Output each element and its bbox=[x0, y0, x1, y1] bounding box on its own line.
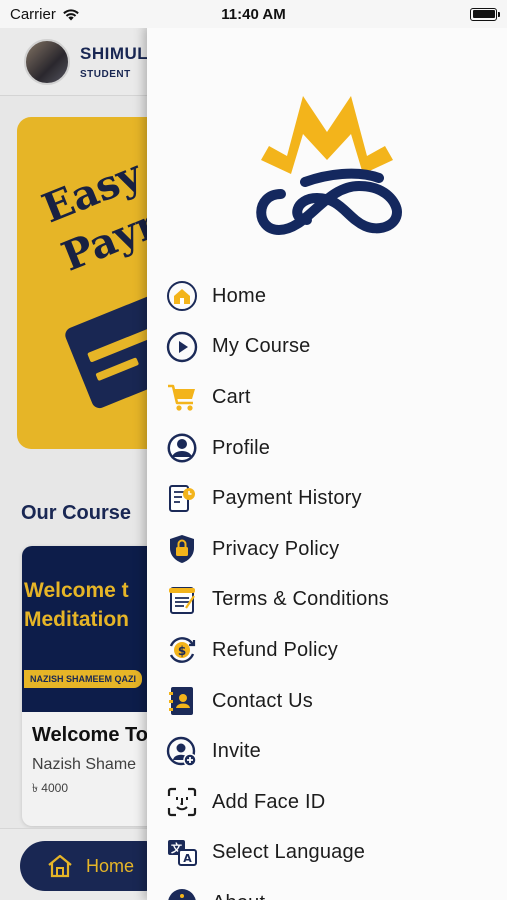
menu-item-privacy-policy[interactable]: Privacy Policy bbox=[147, 524, 507, 575]
side-drawer: Home My Course Cart Profile Payment Hist… bbox=[147, 26, 507, 900]
app-logo bbox=[256, 96, 403, 236]
menu-item-payment-history[interactable]: Payment History bbox=[147, 473, 507, 524]
play-icon bbox=[166, 331, 198, 363]
cart-icon bbox=[166, 381, 198, 413]
home-icon bbox=[166, 280, 198, 312]
face-id-icon bbox=[166, 786, 198, 818]
menu-item-terms-conditions[interactable]: Terms & Conditions bbox=[147, 575, 507, 626]
menu-item-refund-policy[interactable]: $ Refund Policy bbox=[147, 625, 507, 676]
about-icon bbox=[166, 887, 198, 900]
menu-item-add-face-id[interactable]: Add Face ID bbox=[147, 777, 507, 828]
menu-item-home[interactable]: Home bbox=[147, 271, 507, 322]
refund-icon: $ bbox=[166, 634, 198, 666]
carrier-label: Carrier bbox=[10, 5, 56, 23]
menu-item-about[interactable]: About bbox=[147, 878, 507, 900]
svg-text:$: $ bbox=[178, 644, 186, 658]
svg-text:A: A bbox=[183, 852, 192, 865]
terms-document-icon bbox=[166, 584, 198, 616]
payment-history-icon bbox=[166, 483, 198, 515]
drawer-menu: Home My Course Cart Profile Payment Hist… bbox=[147, 271, 507, 900]
privacy-shield-icon bbox=[166, 533, 198, 565]
menu-item-my-course[interactable]: My Course bbox=[147, 322, 507, 373]
menu-item-invite[interactable]: Invite bbox=[147, 726, 507, 777]
language-icon: 文A bbox=[166, 837, 198, 869]
battery-icon bbox=[470, 7, 500, 21]
contact-book-icon bbox=[166, 685, 198, 717]
menu-item-profile[interactable]: Profile bbox=[147, 423, 507, 474]
profile-icon bbox=[166, 432, 198, 464]
status-bar: Carrier 11:40 AM bbox=[0, 0, 507, 28]
menu-item-contact-us[interactable]: Contact Us bbox=[147, 676, 507, 727]
invite-user-icon bbox=[166, 736, 198, 768]
menu-item-select-language[interactable]: 文A Select Language bbox=[147, 828, 507, 879]
wifi-icon bbox=[63, 8, 79, 20]
menu-item-cart[interactable]: Cart bbox=[147, 372, 507, 423]
